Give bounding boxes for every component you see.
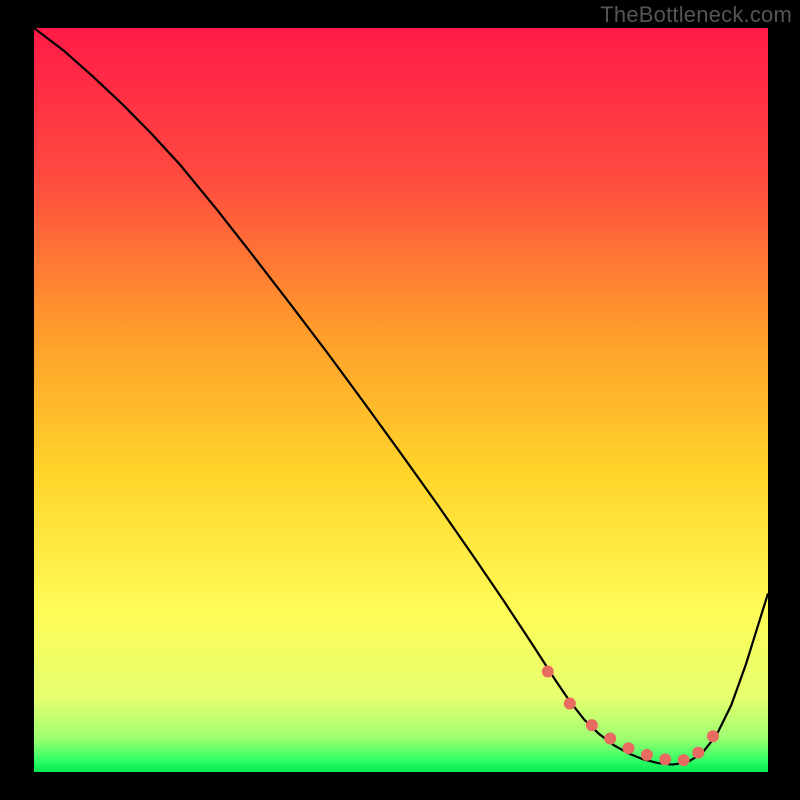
gradient-background xyxy=(34,28,768,772)
marker-dot xyxy=(707,730,719,742)
bottleneck-chart xyxy=(34,28,768,772)
marker-dot xyxy=(659,753,671,765)
marker-dot xyxy=(564,698,576,710)
chart-frame: TheBottleneck.com xyxy=(0,0,800,800)
marker-dot xyxy=(586,719,598,731)
marker-dot xyxy=(604,733,616,745)
marker-dot xyxy=(678,754,690,766)
marker-dot xyxy=(692,747,704,759)
marker-dot xyxy=(641,749,653,761)
watermark-text: TheBottleneck.com xyxy=(600,2,792,28)
plot-area xyxy=(34,28,768,772)
marker-dot xyxy=(542,666,554,678)
marker-dot xyxy=(623,742,635,754)
